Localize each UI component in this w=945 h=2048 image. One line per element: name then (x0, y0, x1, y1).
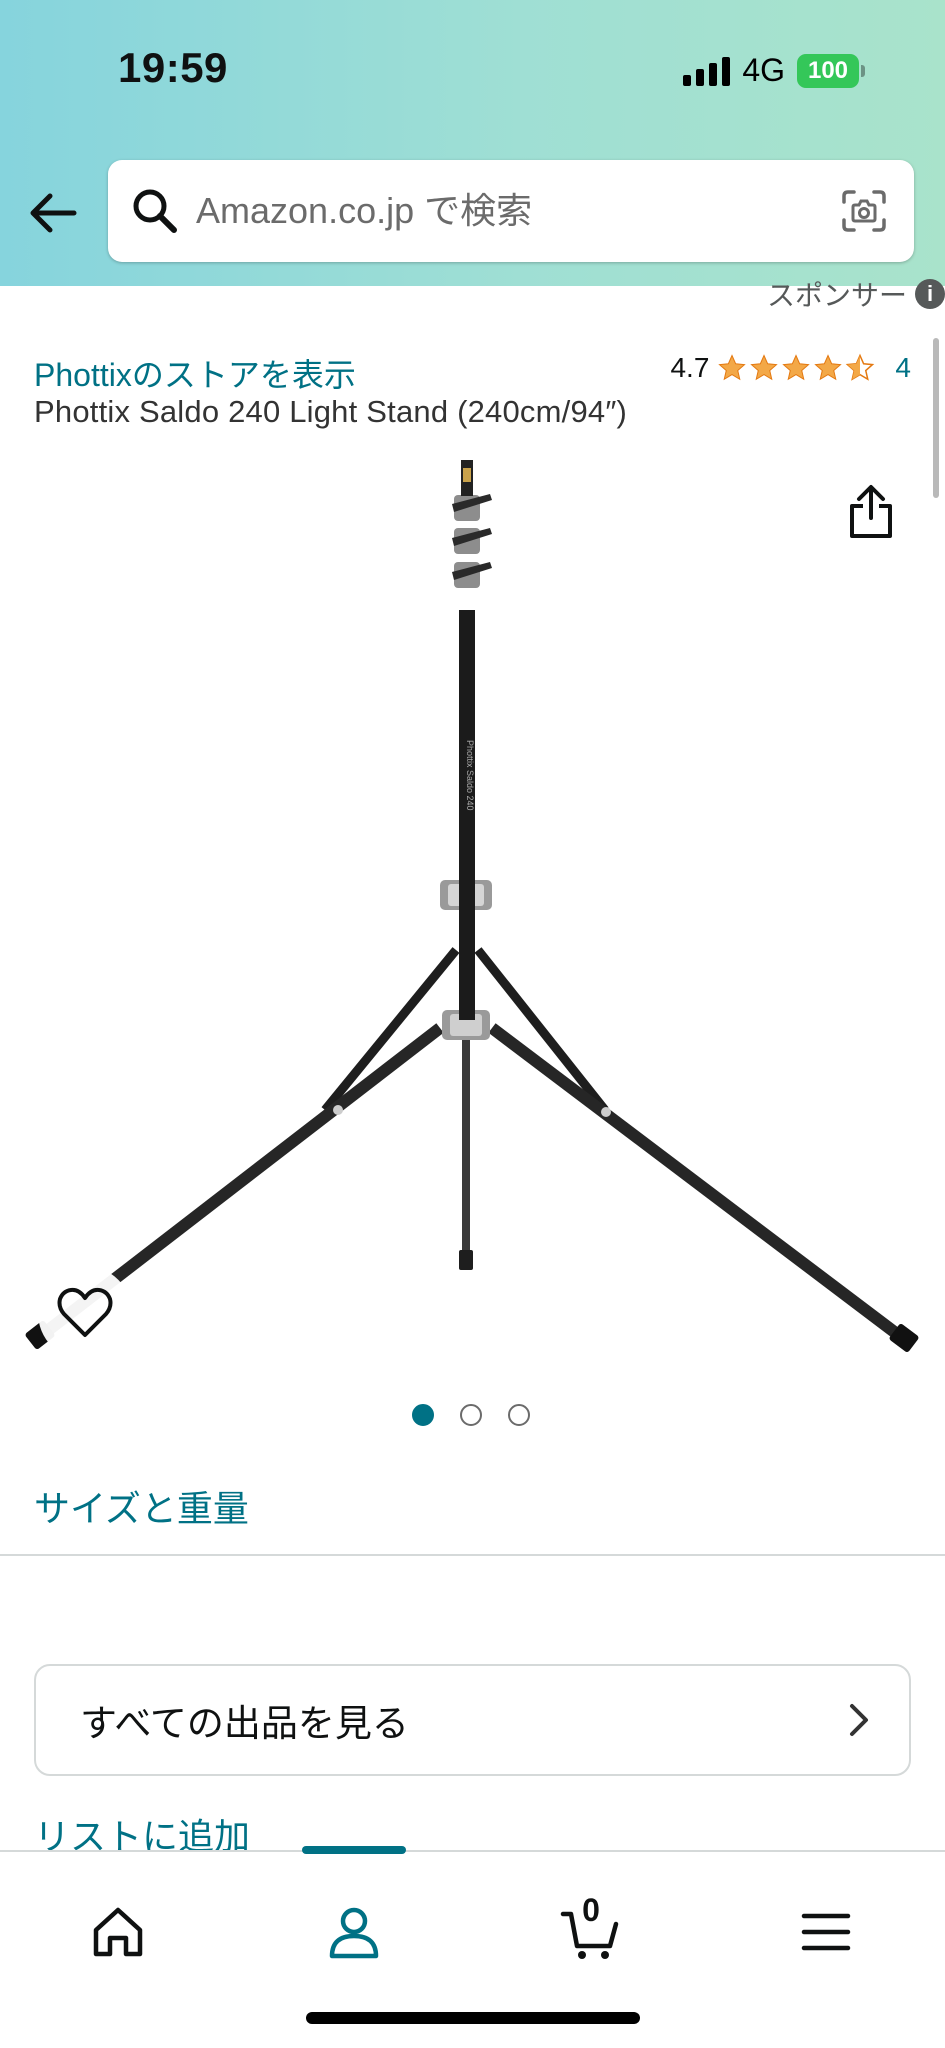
search-bar[interactable] (108, 160, 914, 262)
star-rating (717, 353, 875, 383)
status-indicators: 4G 100 (683, 52, 865, 89)
carousel-dot-2[interactable] (460, 1404, 482, 1426)
rating-value: 4.7 (670, 352, 710, 383)
active-tab-indicator (302, 1846, 406, 1854)
account-icon (329, 1907, 379, 1959)
star-full-icon (814, 354, 843, 381)
signal-icon (683, 56, 731, 86)
sponsored-text: スポンサー (766, 280, 907, 311)
search-input[interactable] (196, 160, 816, 262)
product-image[interactable]: Phottix Saldo 240 (20, 460, 925, 1360)
size-weight-link[interactable]: サイズと重量 (34, 1480, 249, 1532)
app-header: 19:59 4G 100 (0, 0, 945, 286)
carousel-dots (412, 1404, 530, 1426)
rating-count[interactable]: 4 (895, 352, 911, 384)
cart-count: 0 (582, 1892, 600, 1928)
camera-search-icon[interactable] (840, 188, 888, 234)
wishlist-heart-button[interactable] (38, 1266, 132, 1360)
product-title: Phottix Saldo 240 Light Stand (240cm/94″… (34, 394, 628, 429)
all-offers-label: すべての出品を見る (80, 1703, 409, 1744)
carousel-dot-3[interactable] (508, 1404, 530, 1426)
nav-cart[interactable]: 0 (530, 1882, 650, 1982)
battery-icon: 100 (797, 53, 865, 88)
nav-menu[interactable] (766, 1882, 886, 1982)
star-full-icon (782, 354, 811, 381)
star-half-icon (846, 353, 875, 381)
network-type: 4G (742, 52, 785, 88)
search-icon (133, 189, 177, 233)
all-offers-button[interactable]: すべての出品を見る (34, 1664, 911, 1776)
section-divider (0, 1554, 945, 1556)
star-full-icon (750, 354, 779, 381)
store-link[interactable]: Phottixのストアを表示 (34, 350, 356, 396)
battery-level: 100 (797, 53, 859, 88)
rating-summary[interactable]: 4.7 4 (670, 352, 911, 384)
share-icon[interactable] (846, 484, 896, 540)
chevron-right-icon (850, 1704, 868, 1736)
status-time: 19:59 (118, 44, 228, 91)
menu-icon (801, 1913, 851, 1951)
star-full-icon (718, 354, 747, 381)
scrollbar[interactable] (933, 338, 939, 498)
info-icon[interactable]: i (915, 279, 945, 309)
nav-account[interactable] (294, 1882, 414, 1982)
sponsored-label[interactable]: スポンサー i (767, 274, 945, 314)
back-arrow-icon[interactable] (26, 186, 80, 240)
carousel-dot-1[interactable] (412, 1404, 434, 1426)
stand-brand-label: Phottix Saldo 240 (465, 740, 475, 811)
heart-icon (57, 1287, 113, 1337)
home-icon (93, 1907, 143, 1957)
nav-home[interactable] (58, 1882, 178, 1982)
home-indicator (306, 2012, 640, 2024)
